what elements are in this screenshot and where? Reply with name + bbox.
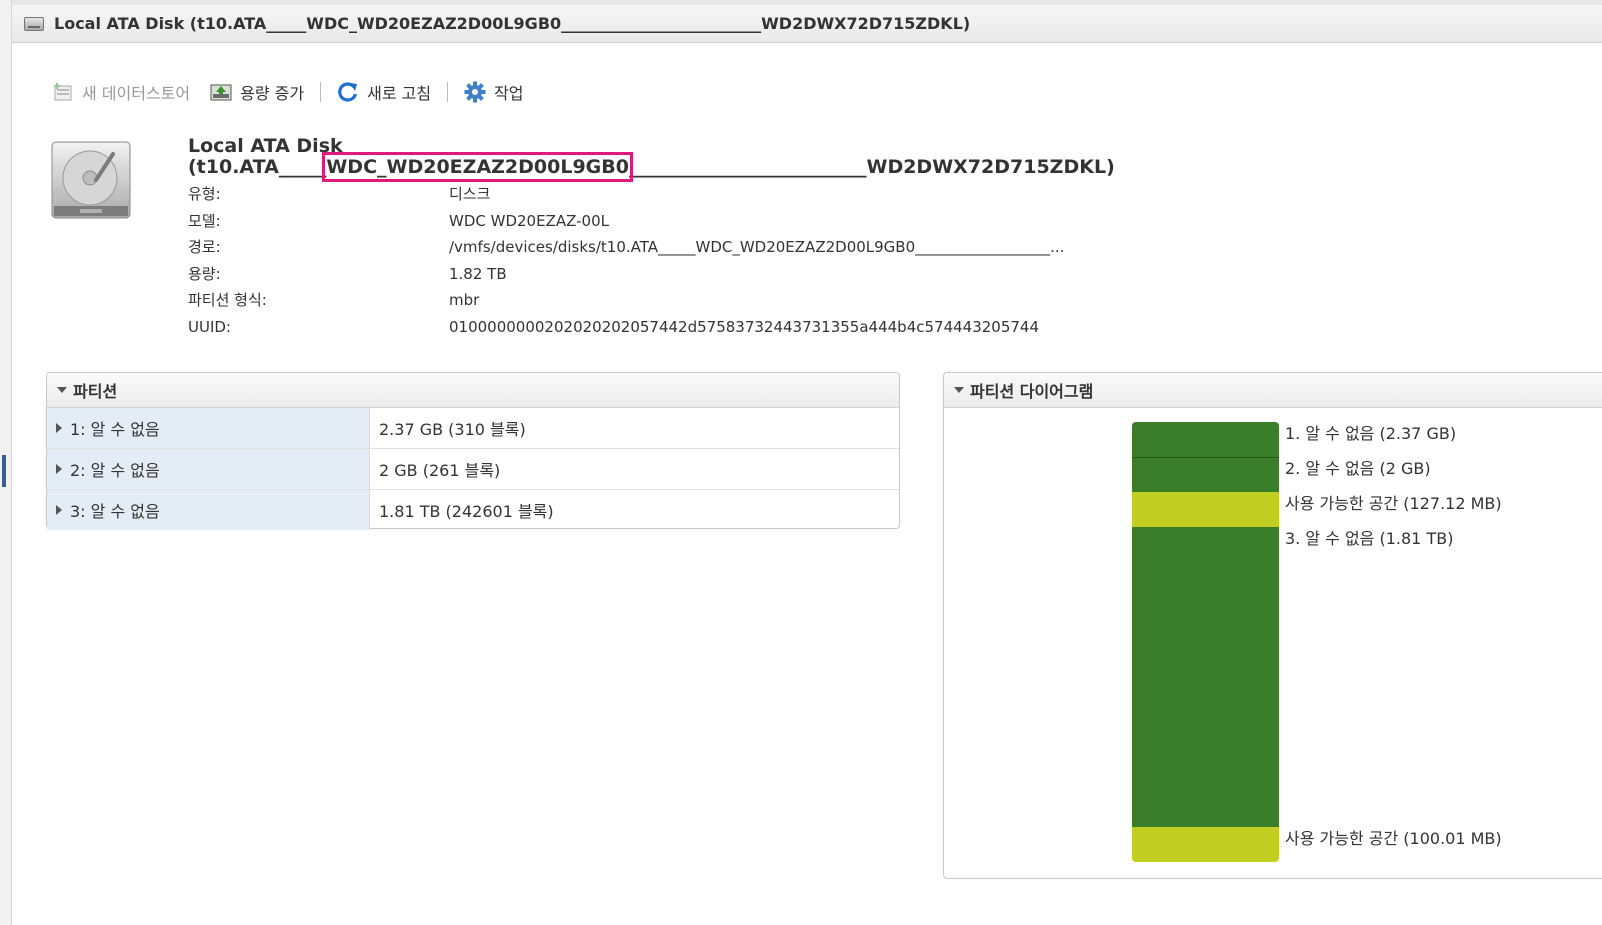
partition-name-cell: 3: 알 수 없음 — [47, 490, 370, 530]
partitions-panel: 파티션 1: 알 수 없음 2.37 GB (310 블록) 2: 알 수 없음… — [46, 372, 900, 530]
prop-key: 유형: — [188, 185, 221, 203]
refresh-icon — [337, 81, 359, 103]
navigator-selection-marker — [2, 455, 6, 487]
disk-icon — [24, 16, 44, 31]
diagram-label: 사용 가능한 공간 (127.12 MB) — [1285, 494, 1502, 513]
diagram-segment-divider — [1132, 457, 1279, 458]
partition-size: 1.81 TB (242601 블록) — [379, 502, 554, 521]
disk-name-suffix: _________________________WD2DWX72D715ZDK… — [628, 156, 1115, 178]
prop-value: mbr — [449, 291, 480, 310]
collapse-caret-icon — [954, 387, 964, 393]
diagram-segment-free-2[interactable] — [1132, 827, 1279, 862]
window-titlebar: Local ATA Disk (t10.ATA_____WDC_WD20EZAZ… — [12, 5, 1602, 43]
increase-capacity-label: 용량 증가 — [240, 84, 305, 103]
toolbar-separator — [447, 82, 449, 102]
prop-value: 1.82 TB — [449, 264, 507, 283]
diagram-label: 2. 알 수 없음 (2 GB) — [1285, 459, 1431, 478]
prop-partition-format: 파티션 형식: mbr — [188, 287, 1064, 314]
partitions-panel-title: 파티션 — [73, 382, 118, 401]
expand-caret-icon[interactable] — [56, 505, 62, 515]
increase-capacity-icon — [210, 81, 232, 103]
diagram-segment-free-1[interactable] — [1132, 492, 1279, 527]
refresh-label: 새로 고침 — [367, 84, 432, 103]
expand-caret-icon[interactable] — [56, 423, 62, 433]
prop-path: 경로: /vmfs/devices/disks/t10.ATA_____WDC_… — [188, 234, 1064, 261]
disk-properties: 유형: 디스크 모델: WDC WD20EZAZ-00L 경로: /vmfs/d… — [188, 181, 1064, 341]
prop-type: 유형: 디스크 — [188, 181, 1064, 208]
diagram-label: 3. 알 수 없음 (1.81 TB) — [1285, 529, 1454, 548]
prop-value: WDC WD20EZAZ-00L — [449, 211, 609, 230]
partition-size: 2.37 GB (310 블록) — [379, 420, 526, 439]
new-datastore-button[interactable]: 새 데이터스토어 — [52, 80, 190, 104]
disk-name-heading: Local ATA Disk (t10.ATA_____WDC_WD20EZAZ… — [188, 135, 1115, 182]
prop-key: 경로: — [188, 238, 221, 257]
partition-row[interactable]: 3: 알 수 없음 1.81 TB (242601 블록) — [47, 490, 899, 530]
prop-value: 디스크 — [449, 185, 491, 203]
actions-button[interactable]: 작업 — [464, 80, 524, 104]
partition-diagram-bar — [1132, 422, 1279, 862]
prop-value: /vmfs/devices/disks/t10.ATA_____WDC_WD20… — [449, 238, 1065, 257]
partition-name: 2: 알 수 없음 — [70, 461, 160, 480]
disk-name-prefix: (t10.ATA_____ — [188, 156, 327, 178]
prop-capacity: 용량: 1.82 TB — [188, 261, 1064, 288]
prop-key: 모델: — [188, 211, 221, 230]
gear-icon — [464, 81, 486, 103]
left-navigator-edge — [0, 0, 12, 925]
toolbar: 새 데이터스토어 용량 증가 새로 고침 작업 — [52, 78, 524, 106]
disk-name-line1: Local ATA Disk — [188, 135, 343, 157]
prop-value: 0100000000202020202057442d57583732443731… — [449, 317, 1040, 336]
diagram-label: 1. 알 수 없음 (2.37 GB) — [1285, 424, 1457, 443]
collapse-caret-icon — [57, 387, 67, 393]
partition-size: 2 GB (261 블록) — [379, 461, 501, 480]
diagram-label: 사용 가능한 공간 (100.01 MB) — [1285, 829, 1502, 848]
partitions-panel-header[interactable]: 파티션 — [47, 373, 899, 408]
hard-disk-icon — [50, 140, 132, 222]
partition-name: 3: 알 수 없음 — [70, 502, 160, 521]
partition-name-cell: 1: 알 수 없음 — [47, 408, 370, 448]
toolbar-separator — [320, 82, 322, 102]
new-datastore-label: 새 데이터스토어 — [82, 84, 191, 103]
increase-capacity-button[interactable]: 용량 증가 — [210, 80, 304, 104]
prop-key: 파티션 형식: — [188, 291, 267, 310]
partition-name: 1: 알 수 없음 — [70, 420, 160, 439]
new-datastore-icon — [52, 81, 74, 103]
window-title: Local ATA Disk (t10.ATA_____WDC_WD20EZAZ… — [54, 14, 971, 33]
actions-label: 작업 — [494, 84, 524, 103]
prop-uuid: UUID: 0100000000202020202057442d57583732… — [188, 314, 1064, 341]
partition-diagram-title: 파티션 다이어그램 — [970, 382, 1094, 401]
prop-model: 모델: WDC WD20EZAZ-00L — [188, 208, 1064, 235]
partition-name-cell: 2: 알 수 없음 — [47, 449, 370, 489]
prop-key: 용량: — [188, 264, 221, 283]
partition-diagram-header[interactable]: 파티션 다이어그램 — [944, 373, 1602, 408]
disk-name-highlight: WDC_WD20EZAZ2D00L9GB0 — [322, 152, 633, 182]
partition-row[interactable]: 2: 알 수 없음 2 GB (261 블록) — [47, 449, 899, 490]
prop-key: UUID: — [188, 317, 231, 336]
diagram-segment-partition-3[interactable] — [1132, 527, 1279, 827]
partition-row[interactable]: 1: 알 수 없음 2.37 GB (310 블록) — [47, 408, 899, 449]
expand-caret-icon[interactable] — [56, 464, 62, 474]
disk-name-line2: (t10.ATA_____WDC_WD20EZAZ2D00L9GB0______… — [188, 152, 1115, 182]
refresh-button[interactable]: 새로 고침 — [337, 80, 431, 104]
